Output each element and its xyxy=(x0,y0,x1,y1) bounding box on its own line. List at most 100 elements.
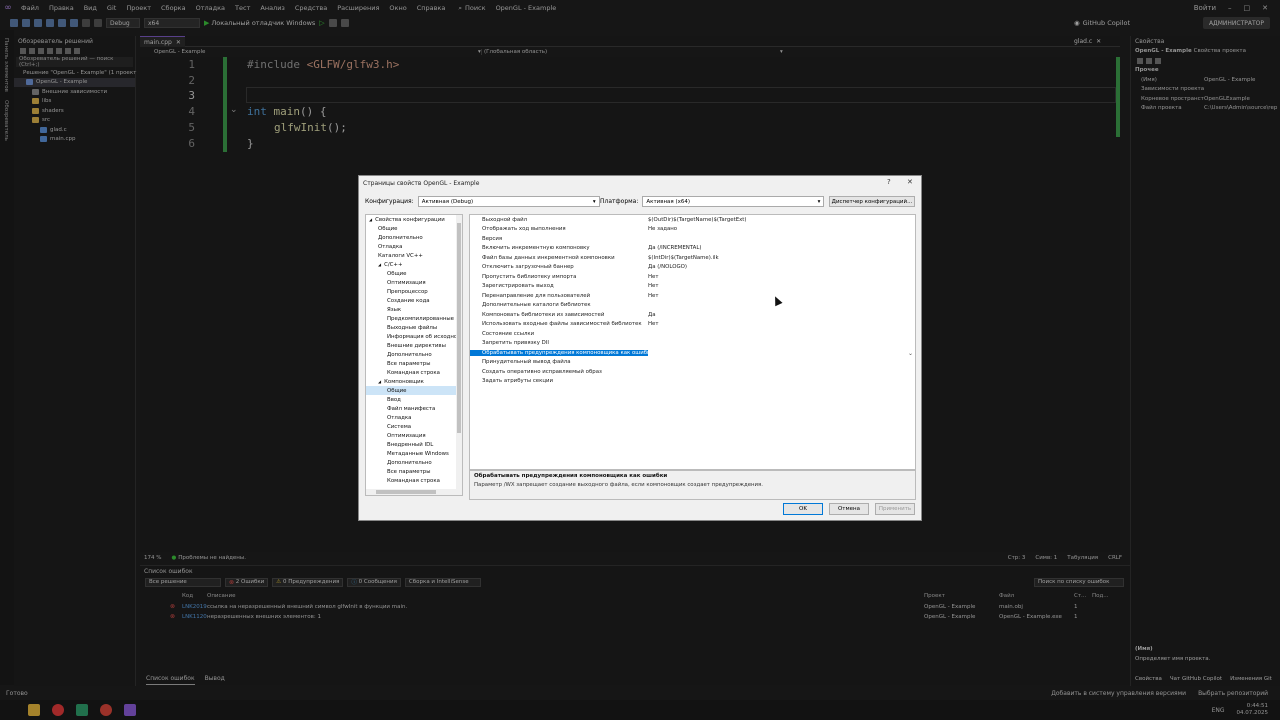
signin-link[interactable]: Войти xyxy=(1194,4,1216,12)
config-select[interactable]: Debug xyxy=(106,18,140,28)
property-grid-row[interactable]: Отключить загрузочный баннер Да (/NOLOGO) xyxy=(470,263,915,273)
clock[interactable]: 0:44:51 04.07.2025 xyxy=(1237,703,1269,717)
property-grid-row[interactable]: Включить инкрементную компоновку Да (/INC… xyxy=(470,244,915,254)
property-grid-row[interactable]: Использовать входные файлы зависимостей … xyxy=(470,320,915,330)
property-pages-icon[interactable] xyxy=(1155,57,1161,64)
settings-tree-item[interactable]: Отладка xyxy=(366,242,462,251)
nav-project-dropdown[interactable]: OpenGL - Example xyxy=(154,49,205,55)
property-row[interactable]: Файл проекта C:\Users\Admin\source\rep xyxy=(1131,104,1280,114)
sync-icon[interactable] xyxy=(29,48,35,54)
error-row[interactable]: ⊗ LNK1120 неразрешенных внешних элементов:… xyxy=(140,612,1130,621)
error-row[interactable]: ⊗ LNK2019 ссылка на неразрешенный внешний … xyxy=(140,602,1130,611)
categorized-icon[interactable] xyxy=(1137,57,1143,64)
settings-tree-item[interactable]: ◢ Свойства конфигурации xyxy=(366,215,462,224)
settings-tree-item[interactable]: Выходные файлы xyxy=(366,323,462,332)
zoom-level[interactable]: 174 % xyxy=(144,555,161,561)
col-code[interactable]: Код xyxy=(182,593,193,599)
copilot-button[interactable]: ◉ GitHub Copilot xyxy=(1074,16,1130,30)
menu-item[interactable]: Проект xyxy=(121,4,156,12)
property-grid-row[interactable]: Версия xyxy=(470,234,915,244)
property-grid-row[interactable]: Пропустить библиотеку импорта Нет xyxy=(470,272,915,282)
settings-tree-item[interactable]: Препроцессор xyxy=(366,287,462,296)
browser-icon[interactable] xyxy=(100,704,112,716)
expand-icon[interactable]: ◢ xyxy=(378,262,381,267)
ok-button[interactable]: OK xyxy=(783,503,823,515)
help-icon[interactable]: ? xyxy=(887,178,891,186)
menu-item[interactable]: Git xyxy=(102,4,121,12)
nav-scope-dropdown[interactable]: (Глобальная область) xyxy=(481,49,547,55)
property-grid-row[interactable]: Принудительный вывод файла xyxy=(470,358,915,368)
settings-tree-item[interactable]: Метаданные Windows xyxy=(366,449,462,458)
tab-error-list[interactable]: Список ошибок xyxy=(146,675,195,685)
solution-tree-item[interactable]: main.cpp xyxy=(14,135,135,145)
solution-tree-item[interactable]: Внешние зависимости xyxy=(14,87,135,97)
settings-tree-item[interactable]: Общие xyxy=(366,269,462,278)
minimize-icon[interactable]: – xyxy=(1228,4,1232,12)
col-file[interactable]: Файл xyxy=(999,593,1014,599)
undo-icon[interactable] xyxy=(82,19,90,27)
settings-tree-item[interactable]: Общие xyxy=(366,386,462,395)
tree-hscroll[interactable] xyxy=(366,489,458,495)
errors-filter-button[interactable]: ⊗ 2 Ошибки xyxy=(225,577,269,587)
back-icon[interactable] xyxy=(10,19,18,27)
property-grid-row[interactable]: Зарегистрировать выход Нет xyxy=(470,282,915,292)
property-row[interactable]: Зависимости проекта xyxy=(1131,85,1280,95)
property-grid-row[interactable]: Запретить привязку DII xyxy=(470,339,915,349)
col-line[interactable]: Ст... xyxy=(1074,593,1086,599)
fold-chevron-icon[interactable]: ⌄ xyxy=(230,105,238,115)
solution-tree-item[interactable]: libs xyxy=(14,97,135,107)
search-button[interactable]: ⌕ Поиск xyxy=(458,4,485,13)
nav-scope-chevron-icon[interactable]: ▾ xyxy=(780,49,783,55)
menu-item[interactable]: Отладка xyxy=(191,4,230,12)
error-code[interactable]: LNK2019 xyxy=(182,604,207,610)
settings-tree-item[interactable]: Отладка xyxy=(366,413,462,422)
collapse-icon[interactable] xyxy=(47,48,53,54)
preview-icon[interactable] xyxy=(74,48,80,54)
property-grid-row[interactable]: Состояние ссылки xyxy=(470,329,915,339)
solution-node[interactable]: Решение "OpenGL - Example" (1 проект xyxy=(14,68,136,78)
maximize-icon[interactable]: □ xyxy=(1244,4,1251,12)
settings-tree-item[interactable]: Информация об исходном коде xyxy=(366,332,462,341)
property-grid-row[interactable]: Файл базы данных инкрементной компоновки… xyxy=(470,253,915,263)
settings-tree-item[interactable]: Командная строка xyxy=(366,476,462,485)
save-all-icon[interactable] xyxy=(70,19,78,27)
expand-icon[interactable]: ◢ xyxy=(369,217,372,222)
error-code[interactable]: LNK1120 xyxy=(182,614,207,620)
eol-indicator[interactable]: CRLF xyxy=(1108,555,1122,561)
settings-tree-item[interactable]: Оптимизация xyxy=(366,431,462,440)
solution-tree-item[interactable]: src xyxy=(14,116,135,126)
menu-item[interactable]: Тест xyxy=(230,4,255,12)
cancel-button[interactable]: Отмена xyxy=(829,503,869,515)
settings-tree-item[interactable]: ◢ Компоновщик xyxy=(366,377,462,386)
tab-properties[interactable]: Свойства xyxy=(1135,676,1162,682)
settings-tree-item[interactable]: Командная строка xyxy=(366,368,462,377)
menu-item[interactable]: Расширения xyxy=(332,4,384,12)
settings-tree-item[interactable]: Язык xyxy=(366,305,462,314)
toolbar-misc-icon[interactable] xyxy=(328,19,337,27)
settings-tree-item[interactable]: Ввод xyxy=(366,395,462,404)
apply-button[interactable]: Применить xyxy=(875,503,915,515)
property-grid-row[interactable]: Обрабатывать предупреждения компоновщика… xyxy=(470,348,915,358)
settings-tree-item[interactable]: Каталоги VC++ xyxy=(366,251,462,260)
tab-glad-c[interactable]: glad.c ✕ xyxy=(1070,36,1105,47)
scope-select[interactable]: Все решение xyxy=(145,577,221,587)
config-manager-button[interactable]: Диспетчер конфигураций... xyxy=(829,196,915,207)
messages-filter-button[interactable]: ⓘ 0 Сообщения xyxy=(347,577,401,587)
redo-icon[interactable] xyxy=(94,19,102,27)
show-all-icon[interactable] xyxy=(56,48,62,54)
settings-tree-item[interactable]: Все параметры xyxy=(366,359,462,368)
menu-item[interactable]: Файл xyxy=(16,4,44,12)
select-repo-button[interactable]: Выбрать репозиторий xyxy=(1198,690,1268,697)
value-dropdown-chevron-icon[interactable]: ⌄ xyxy=(908,350,913,357)
new-project-icon[interactable] xyxy=(34,19,42,27)
property-grid-row[interactable]: Создать оперативно исправляемый образ xyxy=(470,367,915,377)
close-icon[interactable]: ✕ xyxy=(1262,4,1268,12)
start-without-debug-icon[interactable]: ▷ xyxy=(319,19,324,27)
problems-status[interactable]: Проблемы не найдены. xyxy=(178,555,246,561)
menu-item[interactable]: Сборка xyxy=(156,4,191,12)
tab-copilot-chat[interactable]: Чат GitHub Copilot xyxy=(1170,676,1222,682)
forward-icon[interactable] xyxy=(22,19,30,27)
tab-close-icon[interactable]: ✕ xyxy=(1096,38,1101,45)
save-icon[interactable] xyxy=(58,19,66,27)
property-grid-row[interactable]: Отображать ход выполнения Не задано xyxy=(470,225,915,235)
